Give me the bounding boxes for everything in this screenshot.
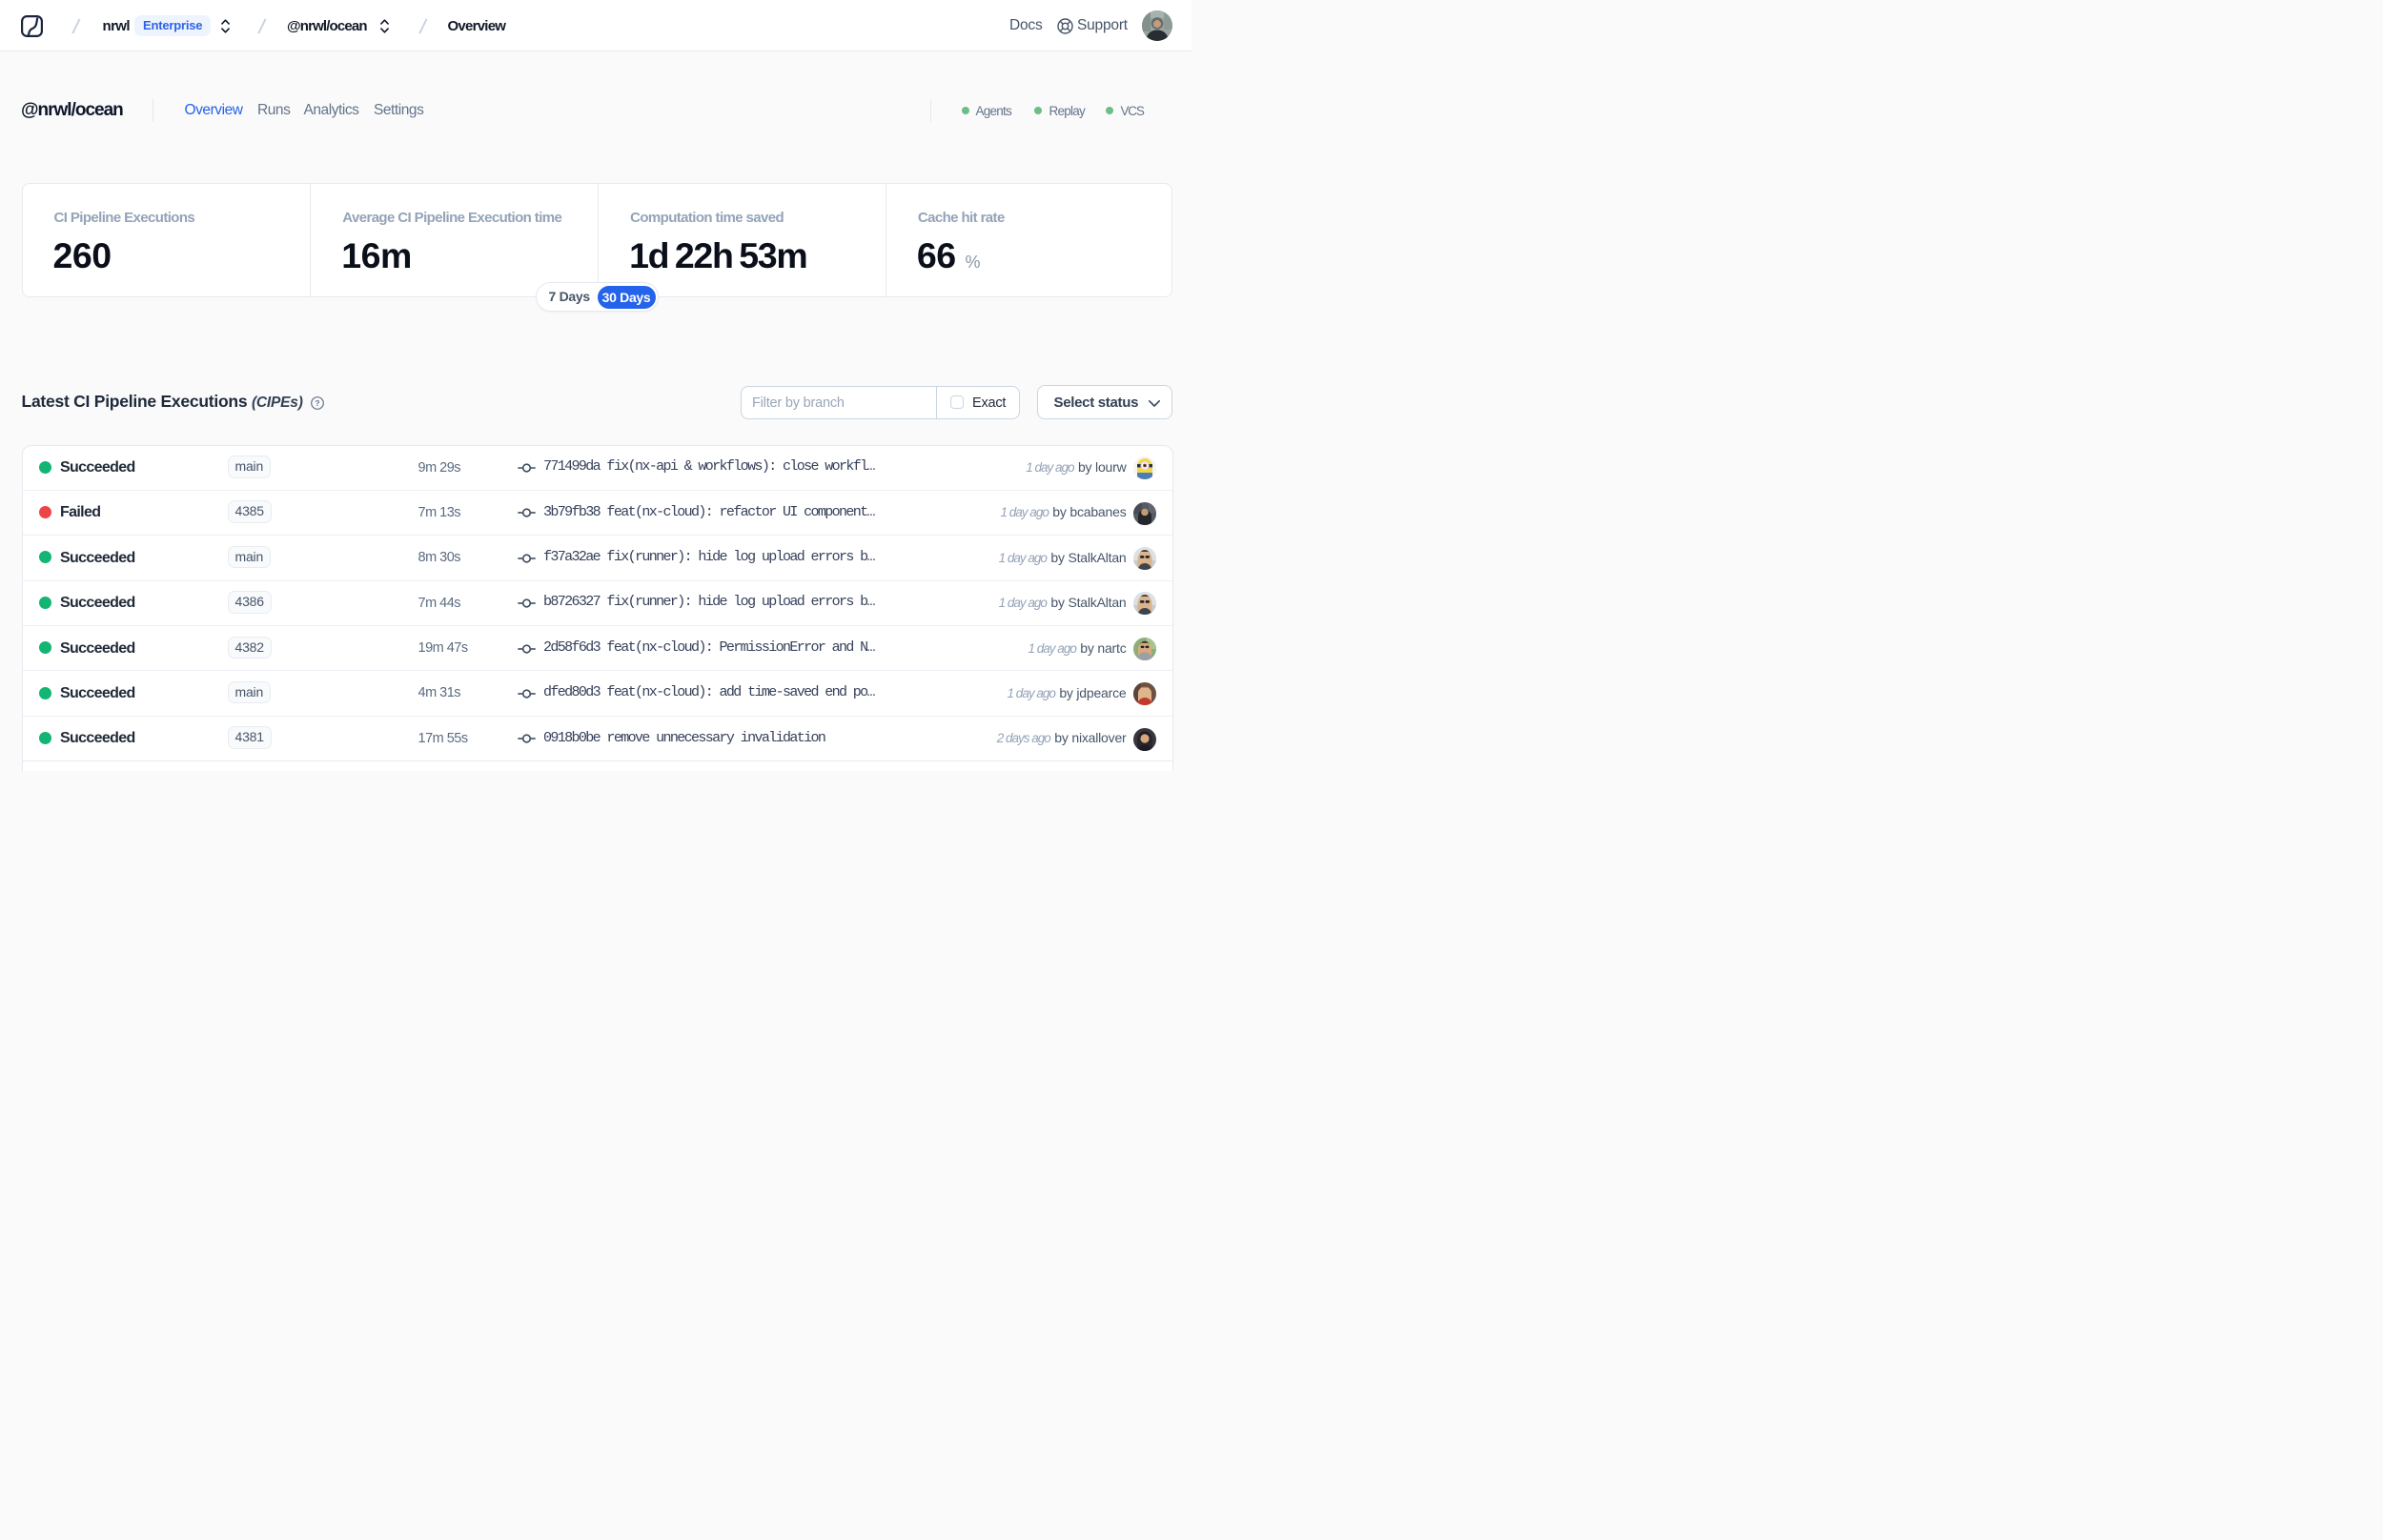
- svg-text:?: ?: [315, 398, 319, 408]
